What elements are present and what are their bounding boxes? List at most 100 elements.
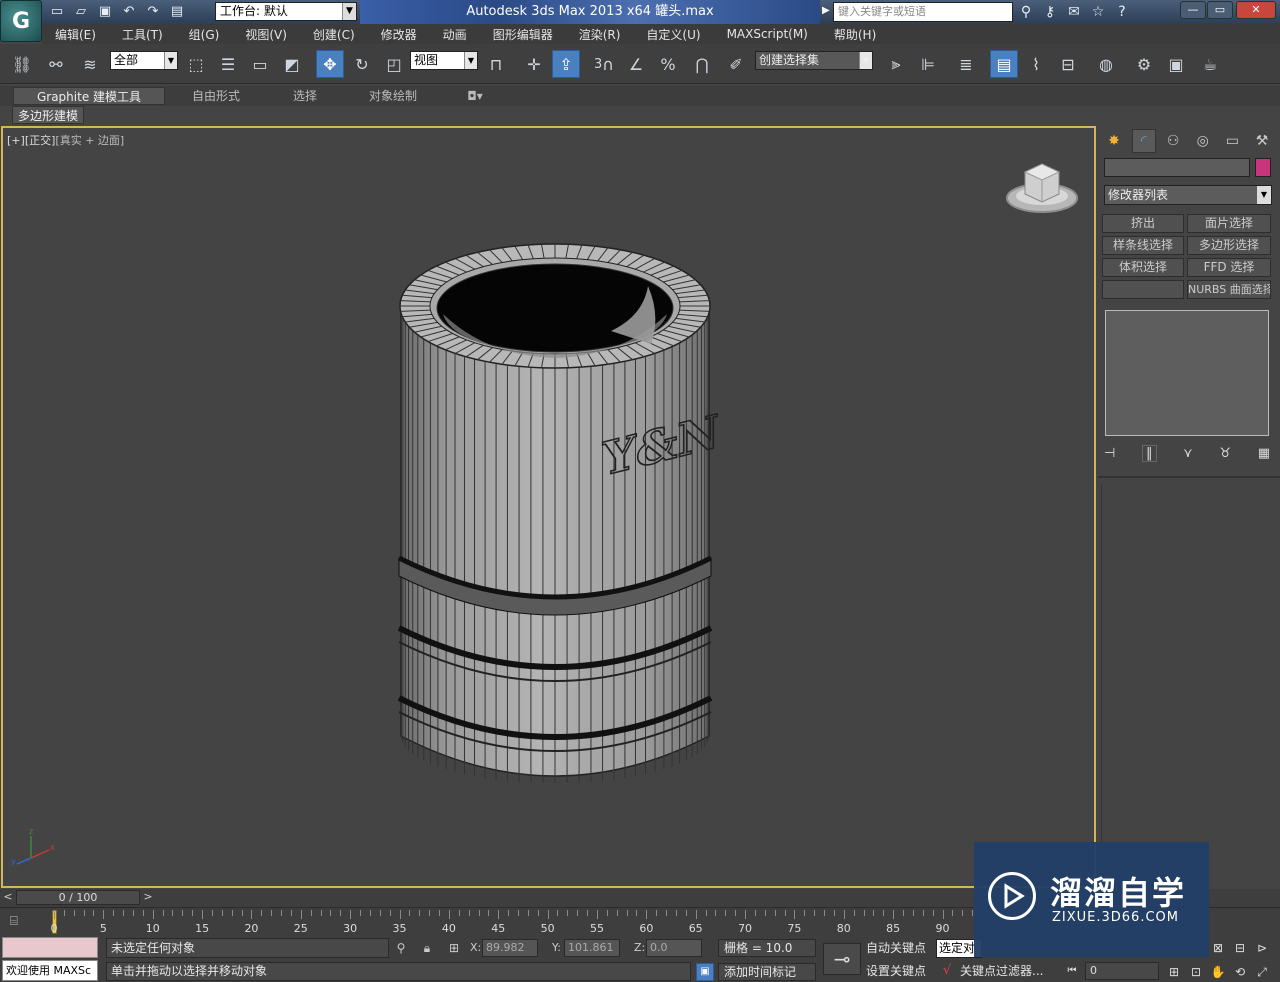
object-name-field[interactable] <box>1104 158 1250 177</box>
zoom-extents-icon[interactable]: ⊞ <box>1164 962 1184 982</box>
key-mode-toggle-icon[interactable]: ⏮ <box>1062 962 1082 980</box>
track-ruler[interactable]: 0 5 10 15 20 25 30 35 40 45 50 55 60 65 70 75 80 85 90 <box>45 910 983 935</box>
menu-views[interactable]: 视图(V) <box>232 26 300 43</box>
x-coord-field[interactable]: 89.982 <box>482 939 538 957</box>
prev-frame-arrow-icon[interactable]: < <box>1 890 15 905</box>
pan-view-icon[interactable]: ✋ <box>1208 962 1228 982</box>
menu-maxscript[interactable]: MAXScript(M) <box>714 27 821 41</box>
isolate-selection-icon[interactable]: ⚲ <box>392 939 410 957</box>
bind-space-warp-icon[interactable]: ≋ <box>76 50 104 78</box>
tab-selection[interactable]: 选择 <box>275 87 335 105</box>
percent-snap-icon[interactable]: % <box>654 50 682 78</box>
menu-tools[interactable]: 工具(T) <box>109 26 176 43</box>
render-production-icon[interactable]: ☕ <box>1196 50 1224 78</box>
show-end-result-icon[interactable]: ‖ <box>1142 444 1157 462</box>
mirror-icon[interactable]: ⫸ <box>882 50 910 78</box>
binoculars-icon[interactable]: ⚲ <box>1016 2 1036 22</box>
graphite-toggle-icon[interactable]: ▤ <box>990 50 1018 78</box>
project-folder-icon[interactable]: ▤ <box>168 2 186 20</box>
make-unique-icon[interactable]: ⋎ <box>1183 446 1193 461</box>
zoom-extents-all-icon[interactable]: ⊟ <box>1230 938 1250 958</box>
extrude-button[interactable]: 挤出 <box>1102 214 1184 233</box>
new-file-icon[interactable]: ▭ <box>48 2 66 20</box>
maximize-button[interactable]: ▭ <box>1207 1 1233 19</box>
z-coord-field[interactable]: 0.0 <box>646 939 702 957</box>
unlink-icon[interactable]: ⚯ <box>42 50 70 78</box>
menu-edit[interactable]: 编辑(E) <box>42 26 109 43</box>
search-input[interactable]: 键入关键字或短语 <box>833 2 1013 22</box>
edit-named-selection-icon[interactable]: ✐ <box>722 50 750 78</box>
material-editor-icon[interactable]: ◍ <box>1092 50 1120 78</box>
maxscript-mini-listener[interactable]: 欢迎使用 MAXSc <box>2 960 98 981</box>
maxscript-listener-input[interactable] <box>2 937 98 958</box>
subscription-key-icon[interactable]: ⚷ <box>1040 2 1060 22</box>
add-time-tag-icon[interactable]: ▣ <box>696 963 714 981</box>
select-manipulate-icon[interactable]: ✛ <box>520 50 548 78</box>
viewport-shading-label[interactable]: [真实 + 边面] <box>55 134 124 147</box>
link-icon[interactable]: ⛓ <box>8 50 36 78</box>
configure-sets-icon[interactable]: ▦ <box>1258 446 1270 461</box>
curve-editor-icon[interactable]: ⌇ <box>1022 50 1050 78</box>
align-icon[interactable]: ⊫ <box>914 50 942 78</box>
spline-select-button[interactable]: 样条线选择 <box>1102 236 1184 255</box>
patch-select-button[interactable]: 面片选择 <box>1187 214 1271 233</box>
nurbs-surface-select-button[interactable]: NURBS 曲面选择 <box>1187 280 1271 299</box>
menu-animation[interactable]: 动画 <box>430 26 480 43</box>
region-zoom-icon[interactable]: ⊡ <box>1186 962 1206 982</box>
open-file-icon[interactable]: ▱ <box>72 2 90 20</box>
tab-graphite-modeling[interactable]: Graphite 建模工具 <box>13 87 165 105</box>
select-and-scale-icon[interactable]: ◰ <box>380 50 408 78</box>
time-slider[interactable]: 0 / 100 <box>16 890 140 905</box>
schematic-view-icon[interactable]: ⊟ <box>1054 50 1082 78</box>
redo-icon[interactable]: ↷ <box>144 2 162 20</box>
mini-curve-editor-icon[interactable]: ⌸ <box>10 914 18 929</box>
modifier-list-select[interactable]: 修改器列表 ▼ <box>1104 185 1272 205</box>
menu-group[interactable]: 组(G) <box>176 26 233 43</box>
vol-select-button[interactable]: 体积选择 <box>1102 258 1184 277</box>
favorites-star-icon[interactable]: ☆ <box>1088 2 1108 22</box>
maximize-viewport-icon[interactable]: ⤢ <box>1252 962 1272 982</box>
auto-key-button[interactable]: 自动关键点 <box>866 939 932 958</box>
current-frame-field[interactable]: 0 <box>1085 962 1159 980</box>
orbit-icon[interactable]: ⟲ <box>1230 962 1250 982</box>
layer-manager-icon[interactable]: ≣ <box>952 50 980 78</box>
set-key-icon[interactable]: ⊸ <box>823 943 861 975</box>
empty-modifier-button[interactable] <box>1102 280 1184 299</box>
play-arrow-icon[interactable]: ▶ <box>822 5 830 16</box>
key-filters-button[interactable]: 关键点过滤器... <box>960 962 1052 981</box>
menu-graph-editors[interactable]: 图形编辑器 <box>480 26 566 43</box>
angle-snap-icon[interactable]: ∠ <box>622 50 650 78</box>
create-tab-icon[interactable]: ✸ <box>1102 129 1126 153</box>
viewport-perspective[interactable]: [+][正交][真实 + 边面] Y&N z y x <box>1 126 1096 888</box>
tab-object-paint[interactable]: 对象绘制 <box>355 87 431 105</box>
menu-rendering[interactable]: 渲染(R) <box>566 26 634 43</box>
snap-toggle-icon[interactable]: 3 ∩ <box>590 50 618 78</box>
field-of-view-icon[interactable]: ⊳ <box>1252 938 1272 958</box>
menu-customize[interactable]: 自定义(U) <box>633 26 713 43</box>
set-key-button[interactable]: 设置关键点 <box>866 962 932 981</box>
save-icon[interactable]: ▣ <box>96 2 114 20</box>
display-tab-icon[interactable]: ▭ <box>1220 129 1244 153</box>
select-object-icon[interactable]: ⬚ <box>182 50 210 78</box>
y-coord-field[interactable]: 101.861 <box>564 939 620 957</box>
select-and-move-icon[interactable]: ✥ <box>316 50 344 78</box>
lock-selection-icon[interactable]: 🔒︎ <box>418 939 436 957</box>
selection-filter-select[interactable]: 全部 ▼ <box>110 51 178 70</box>
app-menu-button[interactable]: G <box>0 0 42 42</box>
menu-modifiers[interactable]: 修改器 <box>368 26 430 43</box>
communication-icon[interactable]: ✉ <box>1064 2 1084 22</box>
pivot-center-icon[interactable]: ⊓ <box>482 50 510 78</box>
menu-help[interactable]: 帮助(H) <box>821 26 889 43</box>
object-color-swatch[interactable] <box>1255 158 1271 177</box>
viewport-view-label[interactable]: [正交] <box>25 134 56 147</box>
next-frame-arrow-icon[interactable]: > <box>141 890 155 905</box>
viewcube-icon[interactable] <box>1005 158 1079 218</box>
viewport-menu-label[interactable]: [+] <box>7 134 25 147</box>
modify-tab-icon[interactable]: ◜ <box>1131 129 1156 153</box>
help-icon[interactable]: ? <box>1112 2 1132 22</box>
absolute-transform-icon[interactable]: ⊞ <box>445 939 463 957</box>
select-and-rotate-icon[interactable]: ↻ <box>348 50 376 78</box>
canister-model[interactable]: Y&N <box>393 236 718 796</box>
utilities-tab-icon[interactable]: ⚒ <box>1250 129 1274 153</box>
named-selection-sets-select[interactable]: 创建选择集 ▼ <box>755 51 873 70</box>
